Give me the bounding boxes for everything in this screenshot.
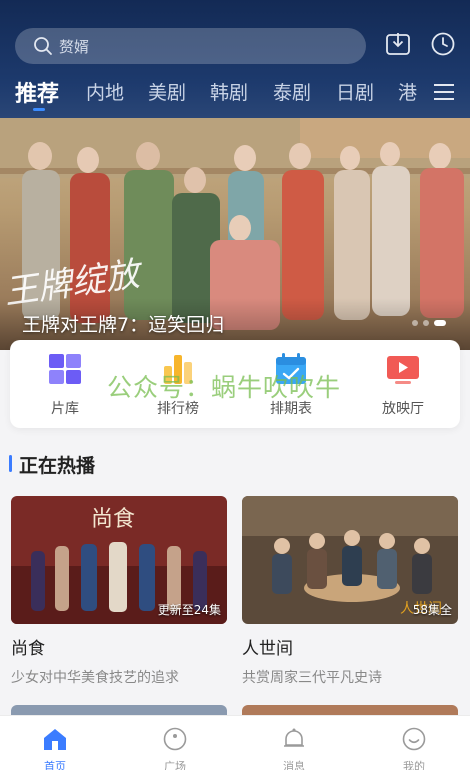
drama-poster[interactable]: 尚食 更新至24集 xyxy=(11,496,227,624)
drama-card[interactable]: 尚食 更新至24集 尚食 少女对中华美食技艺的追求 xyxy=(11,496,227,687)
drama-title[interactable]: 人世间 xyxy=(242,634,458,659)
drama-card[interactable]: 人世间 58集全 人世间 共赏周家三代平凡史诗 xyxy=(242,496,458,687)
quick-entry-library[interactable]: 片库 xyxy=(20,352,110,418)
nav-messages[interactable]: 消息 xyxy=(264,726,324,770)
plaza-icon xyxy=(163,727,187,751)
watermark-text: 公众号：蜗牛吹吹牛 xyxy=(107,373,342,402)
nav-plaza[interactable]: 广场 xyxy=(145,726,205,770)
nav-home[interactable]: 首页 xyxy=(25,726,85,770)
category-tabs: 推荐 内地 美剧 韩剧 泰剧 日剧 港 xyxy=(0,78,470,114)
download-icon[interactable] xyxy=(385,31,411,57)
quick-entry-cinema[interactable]: 放映厅 xyxy=(358,352,448,418)
home-icon xyxy=(44,729,66,750)
banner-title: 王牌对王牌7：逗笑回归 xyxy=(22,314,225,336)
section-accent-bar xyxy=(9,455,12,472)
tab-mainland[interactable]: 内地 xyxy=(86,78,124,105)
nav-profile[interactable]: 我的 xyxy=(384,726,444,770)
banner-pagination xyxy=(412,320,446,326)
episode-badge: 更新至24集 xyxy=(157,603,221,617)
nav-label: 消息 xyxy=(283,760,305,770)
section-title: 正在热播 xyxy=(19,455,96,477)
top-header: 赘婿 推荐 内地 美剧 韩剧 泰剧 日剧 港 xyxy=(0,0,470,118)
search-bar[interactable]: 赘婿 xyxy=(15,28,366,64)
banner-dot-active[interactable] xyxy=(434,320,446,326)
tab-japanese-drama[interactable]: 日剧 xyxy=(336,78,374,105)
drama-description: 共赏周家三代平凡史诗 xyxy=(242,670,382,686)
tab-korean-drama[interactable]: 韩剧 xyxy=(210,78,248,105)
tab-hk-drama[interactable]: 港 xyxy=(398,78,417,105)
nav-label: 广场 xyxy=(164,760,186,770)
tab-recommend[interactable]: 推荐 xyxy=(15,76,59,108)
profile-icon xyxy=(402,727,426,751)
library-icon xyxy=(49,354,81,384)
hero-banner[interactable]: 王牌绽放 王牌对王牌7：逗笑回归 xyxy=(0,118,470,350)
poster-title-text: 尚食 xyxy=(91,507,135,532)
search-icon xyxy=(34,37,52,55)
drama-title[interactable]: 尚食 xyxy=(11,634,227,659)
cinema-icon xyxy=(387,356,419,384)
quick-entry-label: 片库 xyxy=(51,401,79,417)
bell-icon xyxy=(284,728,304,747)
nav-label: 我的 xyxy=(403,760,425,770)
bottom-nav: 首页 广场 消息 我的 xyxy=(0,715,470,770)
episode-badge: 58集全 xyxy=(412,603,452,617)
quick-entry-label: 放映厅 xyxy=(382,401,424,417)
nav-label: 首页 xyxy=(44,760,66,770)
active-tab-indicator xyxy=(33,108,45,111)
drama-description: 少女对中华美食技艺的追求 xyxy=(11,670,179,686)
tab-us-drama[interactable]: 美剧 xyxy=(148,78,186,105)
menu-icon[interactable] xyxy=(433,82,455,102)
drama-poster[interactable]: 人世间 58集全 xyxy=(242,496,458,624)
banner-dot[interactable] xyxy=(412,320,418,326)
search-placeholder: 赘婿 xyxy=(59,37,90,56)
tab-thai-drama[interactable]: 泰剧 xyxy=(273,78,311,105)
banner-dot[interactable] xyxy=(423,320,429,326)
history-clock-icon[interactable] xyxy=(430,31,456,57)
